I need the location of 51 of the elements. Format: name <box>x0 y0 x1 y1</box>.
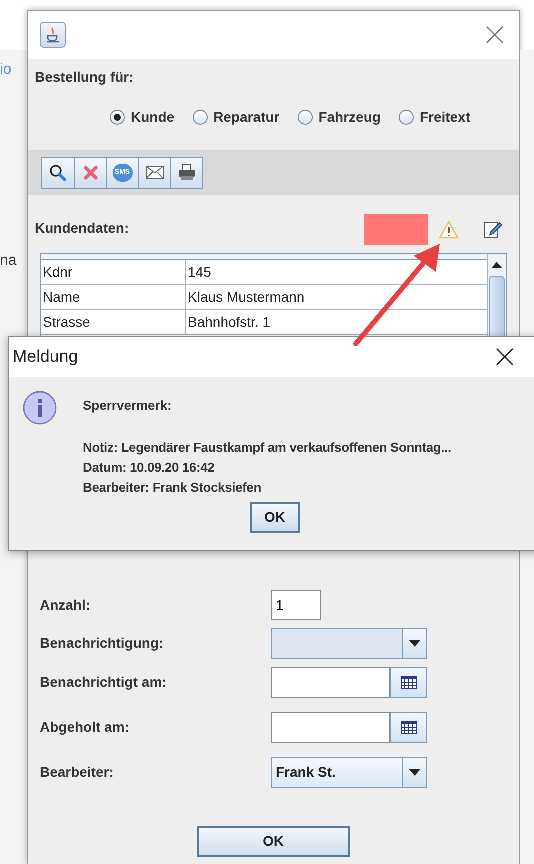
quantity-field[interactable]: 1 <box>271 590 321 620</box>
table-cell: Name <box>41 285 186 309</box>
field-label: Benachrichtigung: <box>40 634 165 653</box>
date-field[interactable] <box>271 667 390 698</box>
field-label: Benachrichtigt am: <box>40 673 168 692</box>
printer-icon <box>178 164 196 181</box>
dropdown[interactable]: Frank St. <box>271 757 427 788</box>
radio-option[interactable]: Freitext <box>398 107 471 128</box>
close-icon <box>496 348 514 366</box>
scroll-up-icon[interactable] <box>492 262 502 268</box>
field-label: Anzahl: <box>40 596 92 614</box>
section-heading: Kundendaten: <box>35 219 130 238</box>
alert-indicator <box>364 214 428 245</box>
dialog-title: Meldung <box>13 346 78 368</box>
table-cell: Kdnr <box>41 260 186 284</box>
info-icon <box>23 391 59 427</box>
caret-icon <box>408 769 420 776</box>
calendar-button[interactable] <box>390 712 427 743</box>
cross-icon <box>82 164 98 180</box>
message-line: Datum: 10.09.20 16:42 <box>83 458 216 476</box>
caret-icon <box>408 640 420 647</box>
radio-option[interactable]: Reparatur <box>192 107 280 128</box>
envelope-icon <box>146 166 164 179</box>
field-label: Abgeholt am: <box>40 718 130 737</box>
background-text: na <box>0 253 18 268</box>
radio-option[interactable]: Kunde <box>110 107 175 128</box>
calendar-icon <box>400 676 416 689</box>
close-icon <box>486 26 504 44</box>
message-line: Notiz: Legendärer Faustkampf am verkaufsoffenen Sonntag... <box>83 438 452 457</box>
message-heading: Sperrvermerk: <box>83 397 173 415</box>
toolbar-button[interactable] <box>170 158 202 188</box>
message-line: Bearbeiter: Frank Stocksiefen <box>83 478 262 496</box>
ok-button[interactable]: OK <box>197 826 350 857</box>
ok-button[interactable]: OK <box>250 502 300 532</box>
section-heading: Bestellung für: <box>35 68 135 87</box>
calendar-icon <box>400 721 416 734</box>
warning-icon <box>439 220 459 238</box>
field-label: Bearbeiter: <box>40 763 115 782</box>
search-icon <box>49 164 67 182</box>
date-field[interactable] <box>271 712 390 743</box>
calendar-button[interactable] <box>390 667 427 698</box>
toolbar-button[interactable] <box>42 158 74 188</box>
radio-option[interactable]: Fahrzeug <box>298 107 381 128</box>
table-cell: Strasse <box>41 310 186 334</box>
table-cell-text: Klaus Mustermann <box>187 288 306 306</box>
table-cell-text: Bahnhofstr. 1 <box>187 312 272 332</box>
background-text: io <box>0 62 13 77</box>
app-icon <box>40 22 66 48</box>
dropdown[interactable] <box>271 628 427 659</box>
table-cell-text: 145 <box>187 262 212 282</box>
edit-icon <box>484 220 503 239</box>
